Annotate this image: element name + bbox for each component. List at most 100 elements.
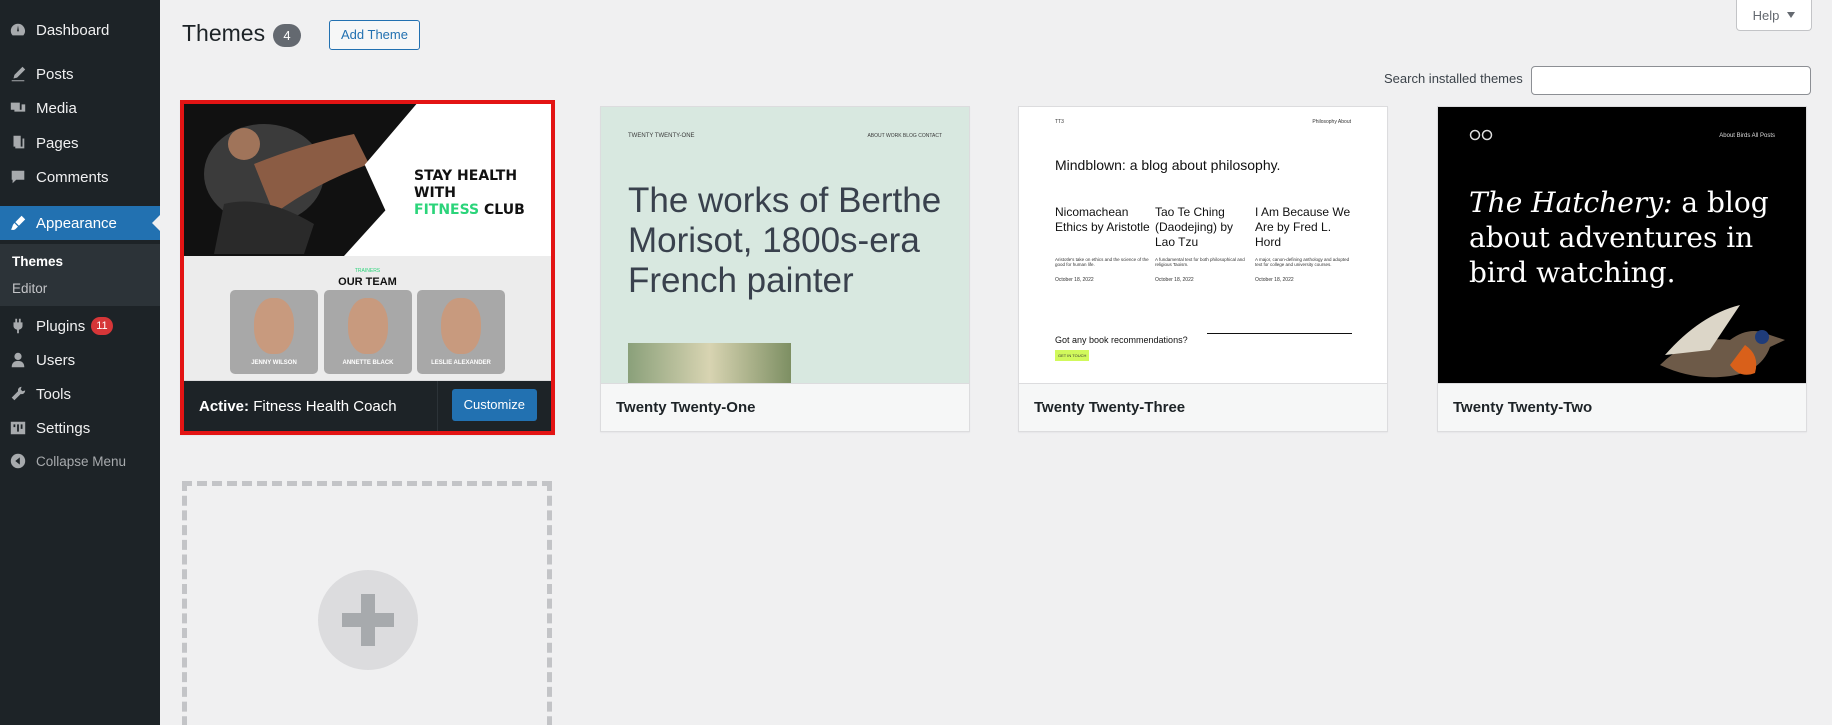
sidebar-item-label: Plugins	[36, 317, 86, 335]
add-new-theme-tile[interactable]	[182, 481, 552, 725]
posts-icon	[0, 65, 36, 83]
caret-down-icon	[1787, 12, 1796, 18]
preview-post-date: October 18, 2022	[1155, 277, 1194, 283]
trainer-card: LESLIE ALEXANDER	[417, 290, 505, 374]
trainer-card: JENNY WILSON	[230, 290, 318, 374]
trainer-photo	[441, 298, 481, 354]
search-themes-label: Search installed themes	[1384, 71, 1523, 86]
trainer-name: ANNETTE BLACK	[342, 360, 394, 366]
collapse-icon	[0, 452, 36, 470]
sidebar-item-dashboard[interactable]: Dashboard	[0, 13, 160, 47]
sidebar-item-users[interactable]: Users	[0, 343, 160, 377]
preview-bird-illustration	[1660, 305, 1785, 378]
preview-site-title: TWENTY TWENTY-ONE	[628, 133, 695, 139]
preview-post-desc: Aristotle's take on ethics and the scien…	[1055, 257, 1149, 267]
theme-name: Fitness Health Coach	[253, 398, 397, 415]
add-theme-button[interactable]: Add Theme	[329, 20, 420, 50]
preview-post-date: October 18, 2022	[1255, 277, 1294, 283]
sidebar-item-label: Users	[36, 351, 76, 369]
help-label: Help	[1752, 7, 1780, 23]
sidebar-item-label: Dashboard	[36, 21, 110, 39]
fitness-team-kicker: TRAINERS	[354, 268, 381, 274]
media-icon	[0, 99, 36, 117]
preview-headline: The Hatchery: a blog about adventures in…	[1469, 185, 1789, 290]
sidebar-item-media[interactable]: Media	[0, 91, 160, 125]
fitness-headline-line1: STAY HEALTH WITH	[414, 168, 518, 201]
theme-screenshot-fitness[interactable]: STAY HEALTH WITH FITNESS CLUB TRAINERS O…	[184, 104, 551, 380]
divider	[437, 381, 438, 431]
trainer-name: LESLIE ALEXANDER	[431, 360, 491, 366]
theme-card-twenty-twenty-three[interactable]: TT3 Philosophy About Mindblown: a blog a…	[1018, 106, 1388, 432]
preview-nav: About Birds All Posts	[1719, 133, 1775, 139]
pages-icon	[0, 134, 36, 152]
preview-cta-label: GET IN TOUCH	[1058, 353, 1087, 358]
dashboard-icon	[0, 21, 36, 39]
submenu-item-editor[interactable]: Editor	[12, 281, 47, 296]
theme-name: Twenty Twenty-Three	[1019, 383, 1387, 431]
preview-post-title: Nicomachean Ethics by Aristotle	[1055, 205, 1150, 234]
collapse-menu-button[interactable]: Collapse Menu	[0, 444, 160, 478]
preview-post-date: October 18, 2022	[1055, 277, 1094, 283]
theme-count-badge: 4	[273, 24, 301, 47]
appearance-icon	[0, 214, 36, 232]
preview-headline-italic: The Hatchery:	[1469, 186, 1673, 219]
preview-post-title: Tao Te Ching (Daodejing) by Lao Tzu	[1155, 205, 1234, 249]
theme-name: Twenty Twenty-One	[601, 383, 969, 431]
sidebar-item-comments[interactable]: Comments	[0, 160, 160, 194]
preview-headline: The works of Berthe Morisot, 1800s-era F…	[628, 181, 942, 300]
theme-name-bar-active: Active: Fitness Health Coach Customize	[184, 380, 551, 431]
sidebar-item-plugins[interactable]: Plugins 11	[0, 309, 160, 343]
admin-sidebar: Dashboard Posts Media Pages Comments App…	[0, 0, 160, 725]
trainer-card: ANNETTE BLACK	[324, 290, 412, 374]
sidebar-item-label: Pages	[36, 134, 79, 152]
sidebar-item-settings[interactable]: Settings	[0, 411, 160, 445]
sidebar-item-label: Posts	[36, 65, 74, 83]
preview-nav: ABOUT WORK BLOG CONTACT	[867, 133, 942, 139]
sidebar-item-posts[interactable]: Posts	[0, 57, 160, 91]
preview-site-title: TT3	[1055, 119, 1064, 125]
customize-button[interactable]: Customize	[451, 389, 537, 421]
help-tab-button[interactable]: Help	[1736, 0, 1812, 31]
users-icon	[0, 351, 36, 369]
plugins-update-badge: 11	[91, 317, 113, 335]
plus-icon	[318, 570, 418, 670]
collapse-menu-label: Collapse Menu	[36, 453, 127, 469]
theme-card-twenty-twenty-two[interactable]: About Birds All Posts The Hatchery: a bl…	[1437, 106, 1807, 432]
fitness-headline-green: FITNESS	[414, 202, 480, 218]
sidebar-item-label: Appearance	[36, 214, 117, 232]
theme-screenshot-twenty-twenty-one[interactable]: TWENTY TWENTY-ONE ABOUT WORK BLOG CONTAC…	[601, 107, 969, 383]
tools-icon	[0, 385, 36, 403]
sidebar-item-pages[interactable]: Pages	[0, 126, 160, 160]
submenu-item-themes[interactable]: Themes	[12, 254, 63, 269]
theme-screenshot-twenty-twenty-three[interactable]: TT3 Philosophy About Mindblown: a blog a…	[1019, 107, 1387, 383]
theme-card-twenty-twenty-one[interactable]: TWENTY TWENTY-ONE ABOUT WORK BLOG CONTAC…	[600, 106, 970, 432]
settings-icon	[0, 419, 36, 437]
trainer-photo	[348, 298, 388, 354]
search-themes-input[interactable]	[1531, 66, 1811, 95]
active-prefix: Active:	[199, 398, 250, 415]
sidebar-item-label: Settings	[36, 419, 91, 437]
preview-post-desc: A major, canon-defining anthology and ad…	[1255, 257, 1350, 267]
fitness-hero: STAY HEALTH WITH FITNESS CLUB	[184, 104, 551, 256]
sidebar-item-label: Comments	[36, 168, 109, 186]
fitness-headline-line2: CLUB	[484, 202, 525, 218]
sidebar-item-tools[interactable]: Tools	[0, 377, 160, 411]
preview-painting-image	[628, 343, 791, 383]
preview-headline: Mindblown: a blog about philosophy.	[1055, 157, 1281, 173]
fitness-headline: STAY HEALTH WITH FITNESS CLUB	[414, 168, 551, 219]
theme-screenshot-twenty-twenty-two[interactable]: About Birds All Posts The Hatchery: a bl…	[1438, 107, 1806, 383]
trainer-name: JENNY WILSON	[251, 360, 297, 366]
sidebar-item-label: Tools	[36, 385, 72, 403]
sidebar-item-label: Media	[36, 99, 77, 117]
sidebar-item-appearance[interactable]: Appearance	[0, 206, 160, 240]
preview-divider	[1207, 333, 1352, 334]
comments-icon	[0, 168, 36, 186]
preview-cta-button: GET IN TOUCH	[1055, 350, 1089, 361]
theme-card-active[interactable]: STAY HEALTH WITH FITNESS CLUB TRAINERS O…	[180, 100, 555, 435]
theme-name: Twenty Twenty-Two	[1438, 383, 1806, 431]
preview-question: Got any book recommendations?	[1055, 335, 1188, 345]
plugins-icon	[0, 317, 36, 335]
page-title: Themes	[182, 20, 266, 46]
preview-nav: Philosophy About	[1312, 119, 1351, 125]
trainer-photo	[254, 298, 294, 354]
